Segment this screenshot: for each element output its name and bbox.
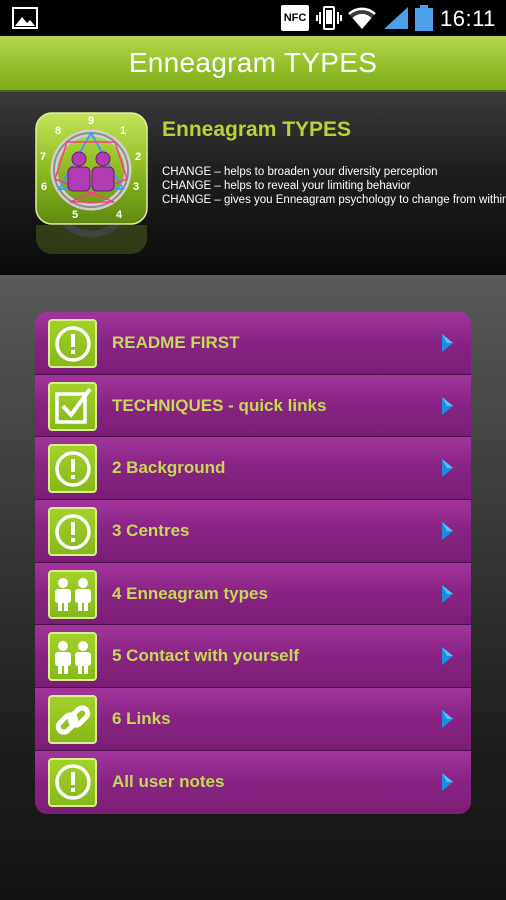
- description-line: CHANGE – gives you Enneagram psychology …: [162, 194, 506, 206]
- svg-text:6: 6: [41, 181, 47, 193]
- svg-text:7: 7: [40, 151, 46, 163]
- svg-text:2: 2: [135, 151, 141, 163]
- wifi-icon: [348, 7, 376, 30]
- title-bar: Enneagram TYPES: [0, 36, 506, 92]
- menu-item-all-user-notes[interactable]: All user notes: [35, 750, 471, 814]
- chevron-right-icon: [442, 710, 453, 729]
- chevron-right-icon: [442, 396, 453, 415]
- menu-item-techniques[interactable]: TECHNIQUES - quick links: [35, 374, 471, 438]
- menu-item-label: TECHNIQUES - quick links: [112, 395, 327, 415]
- header-title: Enneagram TYPES: [162, 118, 352, 141]
- menu-item-links[interactable]: 6 Links: [35, 688, 471, 751]
- chevron-right-icon: [442, 647, 453, 666]
- nfc-icon: NFC: [281, 5, 309, 31]
- menu-item-contact-with-yourself[interactable]: 5 Contact with yourself: [35, 625, 471, 689]
- menu-item-label: 3 Centres: [112, 521, 190, 541]
- app-title: Enneagram TYPES: [128, 47, 378, 78]
- svg-text:4: 4: [116, 209, 123, 221]
- chevron-right-icon: [442, 772, 453, 791]
- people-icon: [48, 569, 97, 619]
- main-menu: README FIRST TECHNIQUES - quick links 2 …: [35, 312, 471, 814]
- svg-text:9: 9: [88, 115, 94, 127]
- status-bar: NFC 16:11: [0, 0, 506, 36]
- content-area: README FIRST TECHNIQUES - quick links 2 …: [0, 275, 506, 900]
- exclamation-icon: [48, 444, 97, 494]
- menu-item-label: README FIRST: [112, 333, 240, 352]
- exclamation-icon: [48, 757, 97, 807]
- description-line: CHANGE – helps to reveal your limiting b…: [162, 180, 411, 192]
- menu-item-label: 4 Enneagram types: [112, 583, 268, 603]
- clock: 16:11: [440, 6, 496, 31]
- signal-icon: [384, 7, 408, 29]
- menu-item-centres[interactable]: 3 Centres: [35, 500, 471, 563]
- header-description: CHANGE – helps to broaden your diversity…: [162, 165, 506, 207]
- menu-item-label: 2 Background: [112, 458, 226, 478]
- svg-text:1: 1: [120, 125, 126, 137]
- description-line: CHANGE – helps to broaden your diversity…: [162, 166, 438, 178]
- chevron-right-icon: [442, 459, 453, 478]
- chevron-right-icon: [442, 522, 453, 541]
- gallery-icon: [12, 7, 38, 29]
- menu-item-enneagram-types[interactable]: 4 Enneagram types: [35, 562, 471, 626]
- people-icon: [48, 632, 97, 682]
- enneagram-app-icon: 9 1 2 3 4 5 6 7 8: [35, 112, 148, 225]
- svg-text:8: 8: [55, 125, 61, 137]
- battery-icon: [415, 5, 433, 31]
- menu-item-background[interactable]: 2 Background: [35, 437, 471, 501]
- exclamation-icon: [48, 507, 97, 557]
- app-header: 9 1 2 3 4 5 6 7 8 Enneagram TYPES CHANGE…: [0, 92, 506, 275]
- menu-item-readme-first[interactable]: README FIRST: [35, 312, 471, 375]
- checkbox-icon: [48, 381, 97, 431]
- svg-text:5: 5: [72, 209, 78, 221]
- menu-item-label: 5 Contact with yourself: [112, 646, 300, 666]
- svg-text:3: 3: [133, 181, 139, 193]
- chevron-right-icon: [442, 584, 453, 603]
- exclamation-icon: [48, 319, 97, 368]
- menu-item-label: All user notes: [112, 771, 225, 791]
- chain-link-icon: [48, 695, 97, 745]
- chevron-right-icon: [442, 334, 453, 352]
- vibrate-icon: [316, 6, 342, 30]
- menu-item-label: 6 Links: [112, 709, 171, 729]
- app-icon-reflection: [35, 225, 148, 255]
